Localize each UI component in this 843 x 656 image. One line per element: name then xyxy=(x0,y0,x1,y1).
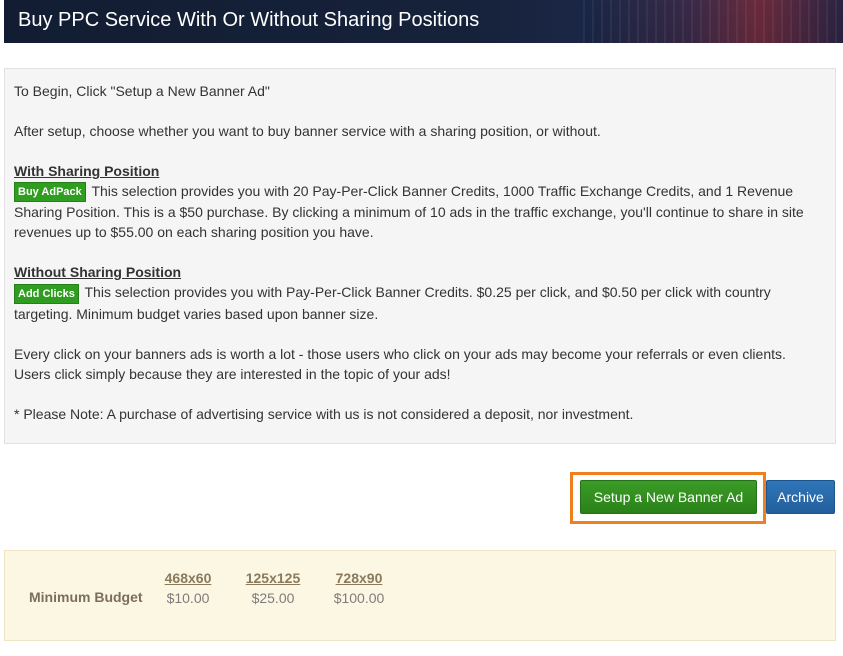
with-sharing-text: This selection provides you with 20 Pay-… xyxy=(14,183,804,241)
budget-column-468x60: 468x60 $10.00 xyxy=(163,569,213,607)
without-sharing-text: This selection provides you with Pay-Per… xyxy=(14,284,771,322)
budget-column-728x90: 728x90 $100.00 xyxy=(331,569,387,607)
instructions-panel: To Begin, Click "Setup a New Banner Ad" … xyxy=(4,68,836,444)
banner-min-price: $25.00 xyxy=(251,590,295,606)
banner-min-price: $100.00 xyxy=(333,590,385,606)
with-sharing-title: With Sharing Position xyxy=(14,163,160,179)
banner-size-link[interactable]: 468x60 xyxy=(163,569,213,587)
minimum-budget-panel: Minimum Budget 468x60 $10.00 125x125 $25… xyxy=(4,550,836,641)
buy-adpack-button[interactable]: Buy AdPack xyxy=(14,182,86,203)
intro-text: To Begin, Click "Setup a New Banner Ad" xyxy=(14,83,270,99)
banner-size-link[interactable]: 125x125 xyxy=(243,569,303,587)
without-sharing-section: Without Sharing Position Add Clicks This… xyxy=(14,262,826,323)
setup-new-banner-ad-button[interactable]: Setup a New Banner Ad xyxy=(580,480,757,514)
budget-column-125x125: 125x125 $25.00 xyxy=(243,569,303,607)
after-setup-text: After setup, choose whether you want to … xyxy=(14,123,601,139)
page-header: Buy PPC Service With Or Without Sharing … xyxy=(4,0,843,43)
add-clicks-button[interactable]: Add Clicks xyxy=(14,283,79,304)
without-sharing-title: Without Sharing Position xyxy=(14,264,182,281)
banner-min-price: $10.00 xyxy=(166,590,210,606)
every-click-text: Every click on your banners ads is worth… xyxy=(14,345,786,382)
header-skyline-decoration xyxy=(583,0,843,43)
archive-button[interactable]: Archive xyxy=(766,480,835,514)
banner-size-link[interactable]: 728x90 xyxy=(331,569,387,587)
with-sharing-section: With Sharing Position Buy AdPack This se… xyxy=(14,161,826,242)
disclaimer-note: * Please Note: A purchase of advertising… xyxy=(14,405,634,422)
minimum-budget-label: Minimum Budget xyxy=(29,589,143,605)
